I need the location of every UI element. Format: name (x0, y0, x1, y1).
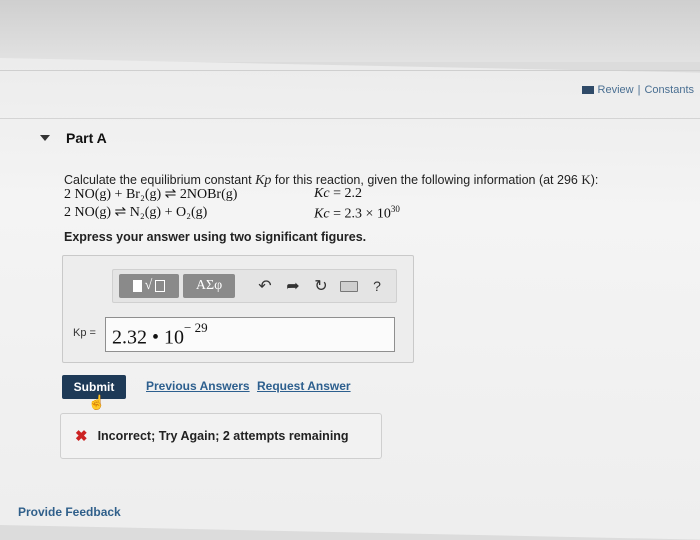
help-button[interactable]: ? (363, 278, 391, 294)
square-icon (132, 280, 142, 292)
answer-label: Kp = (73, 327, 96, 339)
previous-answers-link[interactable]: Previous Answers (146, 379, 250, 393)
hand-cursor-icon: ☝ (88, 394, 106, 410)
part-header[interactable]: Part A (40, 130, 107, 146)
keyboard-icon (340, 280, 358, 292)
redo-icon[interactable]: ➦ (279, 276, 307, 296)
k-value: = 2.2 (333, 186, 362, 201)
k-exponent: 30 (390, 204, 400, 214)
radical-icon: √ (144, 278, 153, 293)
undo-icon[interactable]: ↶ (251, 276, 279, 296)
link-separator: | (637, 84, 641, 96)
reaction-k: Kc = 2.3 × 1030 (314, 204, 400, 223)
caret-down-icon[interactable] (40, 135, 50, 141)
reset-icon[interactable]: ↻ (307, 276, 335, 296)
error-x-icon: ✖ (75, 428, 88, 445)
part-divider (0, 118, 700, 119)
provide-feedback-link[interactable]: Provide Feedback (18, 505, 121, 519)
book-icon (581, 86, 594, 94)
keyboard-button[interactable] (335, 280, 363, 292)
box-icon (155, 280, 166, 292)
feedback-message: Incorrect; Try Again; 2 attempts remaini… (97, 429, 349, 443)
k-value: = 2.3 × 10 (333, 206, 391, 222)
question-suffix: ): (590, 173, 599, 187)
constants-link[interactable]: Constants (644, 84, 694, 96)
question-prefix: Calculate the equilibrium constant (64, 173, 252, 187)
browser-top-band (0, 0, 700, 62)
question-middle: for this reaction, given the following i… (274, 173, 578, 187)
answer-panel: √ ΑΣφ ↶ ➦ ↻ ? Kp = 2.32 • 10− 29 (62, 255, 414, 363)
reaction-k: Kc = 2.2 (314, 186, 362, 202)
top-divider (0, 70, 700, 71)
answer-mantissa: 2.32 • 10 (112, 326, 185, 349)
reaction-equation: 2 NO(g) + Br₂(g) ⇌ 2NOBr(g) (64, 187, 238, 202)
kelvin-unit: K (581, 172, 591, 187)
review-link[interactable]: Review (598, 84, 634, 96)
answer-exponent: − 29 (184, 320, 208, 335)
math-toolbar: √ ΑΣφ ↶ ➦ ↻ ? (112, 269, 397, 303)
k-symbol: Kc (314, 206, 330, 222)
symbols-button[interactable]: ΑΣφ (183, 274, 235, 298)
review-constants-links: Review | Constants (581, 84, 694, 96)
feedback-panel: ✖ Incorrect; Try Again; 2 attempts remai… (60, 413, 382, 459)
part-title: Part A (66, 130, 107, 146)
answer-input[interactable]: 2.32 • 10− 29 (105, 317, 395, 352)
reaction-equation: 2 NO(g) ⇌ N₂(g) + O₂(g) (64, 205, 208, 220)
instruction-text: Express your answer using two significan… (64, 230, 367, 244)
k-symbol: Kc (314, 186, 330, 201)
kp-symbol: Kp (255, 173, 272, 188)
templates-button[interactable]: √ (119, 274, 179, 298)
request-answer-link[interactable]: Request Answer (257, 379, 351, 393)
